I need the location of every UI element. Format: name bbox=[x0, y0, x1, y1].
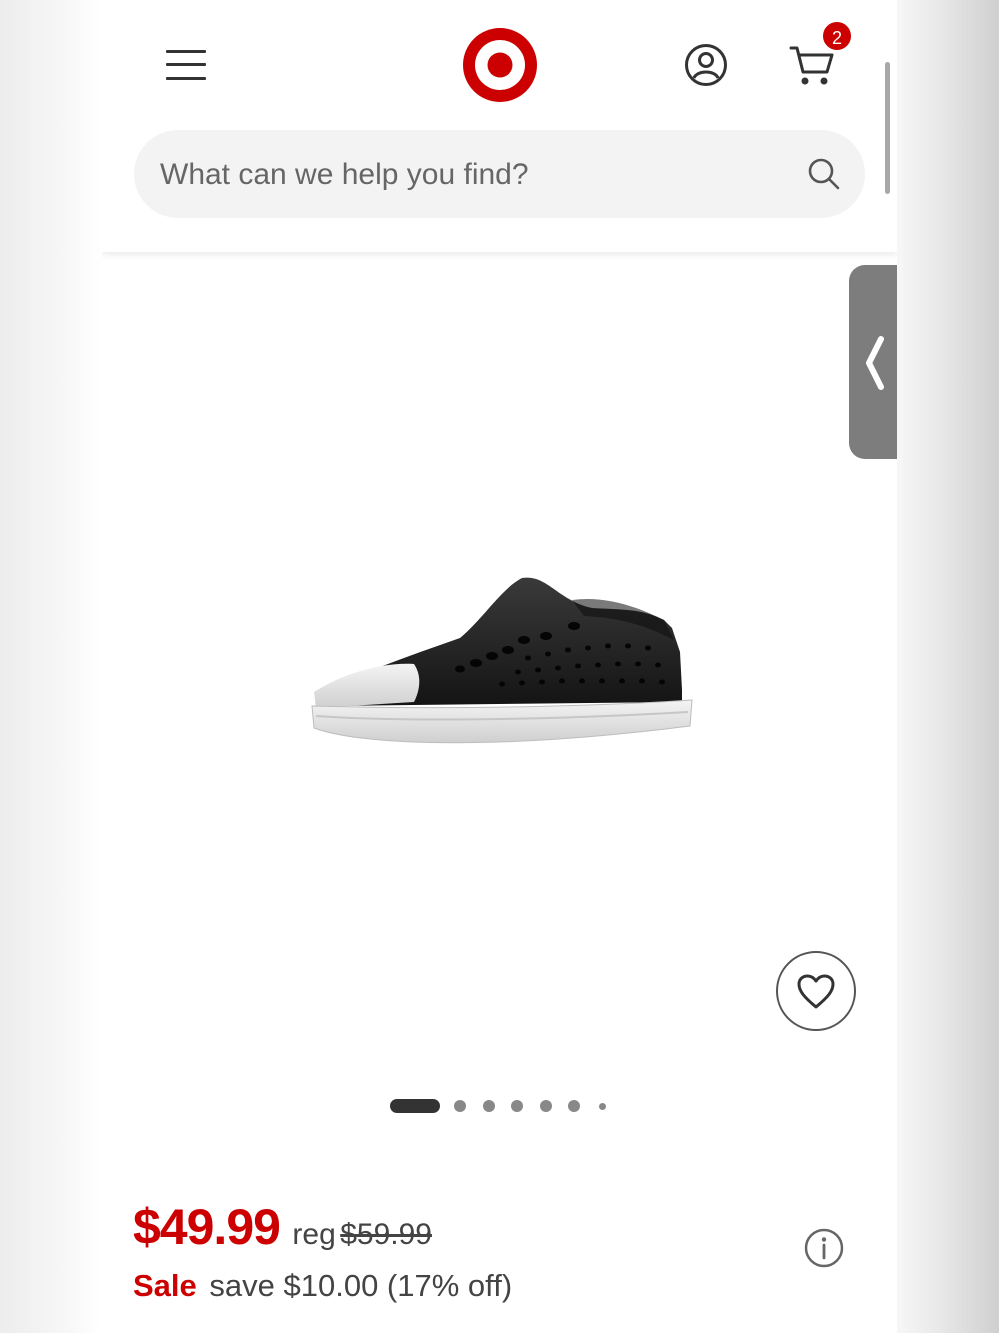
price-row: $49.99 reg $59.99 bbox=[133, 1198, 432, 1258]
carousel-dot-4[interactable] bbox=[511, 1100, 523, 1112]
info-icon[interactable] bbox=[804, 1228, 844, 1268]
regular-price: $59.99 bbox=[340, 1218, 432, 1251]
mobile-page: 2 What can we help you find? $49.99 reg … bbox=[102, 0, 897, 1333]
background-left bbox=[0, 0, 102, 1333]
target-logo[interactable] bbox=[462, 27, 538, 103]
savings-text: save $10.00 (17% off) bbox=[209, 1268, 513, 1303]
product-image-shoe[interactable] bbox=[302, 560, 702, 760]
sale-price: $49.99 bbox=[133, 1199, 281, 1255]
heart-icon bbox=[797, 974, 835, 1009]
search-bar bbox=[134, 130, 865, 218]
carousel-dot-7[interactable] bbox=[599, 1103, 606, 1110]
reg-label: reg bbox=[292, 1218, 336, 1251]
scrollbar[interactable] bbox=[885, 62, 890, 194]
sale-row: Sale save $10.00 (17% off) bbox=[133, 1268, 512, 1304]
carousel-dot-6[interactable] bbox=[568, 1100, 580, 1112]
header: 2 bbox=[102, 0, 897, 252]
carousel-dot-5[interactable] bbox=[540, 1100, 552, 1112]
search-icon[interactable] bbox=[806, 156, 842, 192]
carousel-dot-3[interactable] bbox=[483, 1100, 495, 1112]
account-icon[interactable] bbox=[684, 43, 728, 87]
cart-count-badge: 2 bbox=[821, 20, 853, 52]
carousel-dot-1[interactable] bbox=[390, 1099, 440, 1113]
carousel-dot-2[interactable] bbox=[454, 1100, 466, 1112]
side-drawer-tab[interactable] bbox=[849, 265, 897, 459]
chevron-left-icon bbox=[866, 336, 884, 390]
hamburger-menu-icon[interactable] bbox=[164, 46, 208, 84]
favorite-button[interactable] bbox=[776, 951, 856, 1031]
image-carousel-dots bbox=[390, 1098, 630, 1114]
background-right bbox=[897, 0, 999, 1333]
sale-label: Sale bbox=[133, 1268, 197, 1303]
search-input[interactable] bbox=[158, 144, 782, 206]
